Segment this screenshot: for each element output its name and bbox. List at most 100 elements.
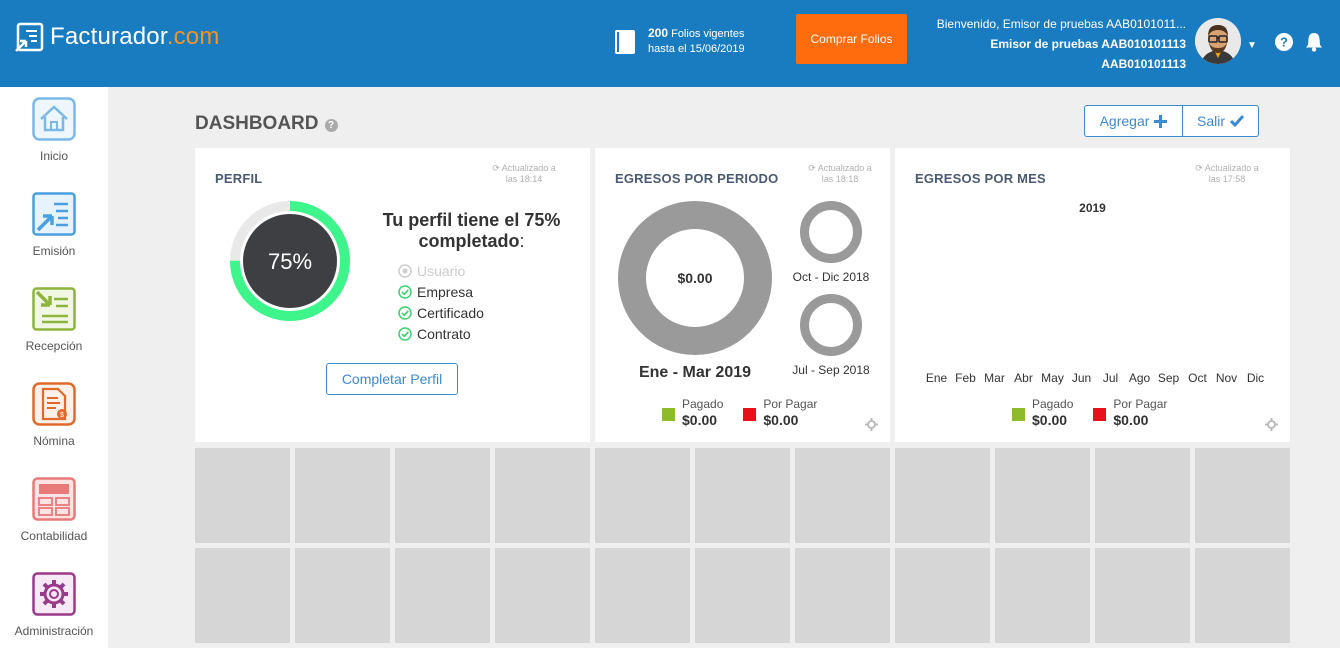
profile-progress-ring: 75% (229, 200, 351, 322)
add-button-label: Agregar (1099, 113, 1150, 129)
legend-value: $0.00 (682, 412, 718, 428)
bell-icon[interactable] (1305, 32, 1323, 52)
progress-percent: 75% (268, 249, 312, 274)
placeholder-tile (195, 448, 290, 543)
sidebar-item-nomina[interactable]: $ Nómina (0, 382, 108, 448)
checklist-label: Empresa (417, 283, 474, 300)
placeholder-tile (995, 448, 1090, 543)
home-icon (32, 97, 76, 141)
legend-value: $0.00 (1113, 412, 1149, 428)
donut-center-value: $0.00 (677, 270, 712, 286)
legend-pending: Por Pagar $0.00 (1093, 397, 1167, 428)
top-bar: Facturador.com 200 Folios vigentes hasta… (0, 0, 1340, 87)
updated-line1: Actualizado a (1204, 163, 1259, 173)
placeholder-tile (795, 548, 890, 643)
avatar-icon (1195, 18, 1241, 64)
legend: Pagado $0.00 Por Pagar $0.00 (1012, 397, 1179, 428)
month-axis: Ene Feb Mar Abr May Jun Jul Ago Sep Oct … (922, 371, 1270, 385)
list-item: Certificado (398, 302, 484, 323)
folios-count: 200 (648, 26, 669, 40)
paid-swatch (662, 408, 675, 421)
month-label: Jul (1102, 371, 1119, 385)
month-label: Ene (925, 371, 948, 385)
invoice-send-icon (32, 192, 76, 236)
welcome-line: Bienvenido, Emisor de pruebas AAB0101011… (936, 17, 1186, 31)
placeholder-tile (695, 548, 790, 643)
check-circle-icon (398, 284, 412, 299)
sidebar-item-emision[interactable]: Emisión (0, 192, 108, 258)
caret-down-icon[interactable]: ▼ (1247, 40, 1257, 51)
radio-pending-icon (398, 263, 412, 278)
updated-line2: las 18:14 (505, 174, 543, 184)
gear-icon (32, 572, 76, 616)
sidebar-item-recepcion[interactable]: Recepción (0, 287, 108, 353)
logo-text-main: Facturador (50, 23, 167, 50)
month-label: May (1041, 371, 1064, 385)
action-buttons: Agregar Salir (1084, 105, 1259, 137)
refresh-icon[interactable]: ⟳ (492, 163, 500, 173)
placeholder-tile (795, 448, 890, 543)
book-icon (615, 29, 635, 54)
legend-label: Pagado (1032, 397, 1074, 411)
checklist-label: Contrato (417, 325, 471, 342)
profile-headline-line2: completado (418, 231, 520, 251)
month-label: Nov (1215, 371, 1238, 385)
settings-gear-icon[interactable] (1265, 418, 1278, 431)
placeholder-tile (895, 448, 990, 543)
placeholder-tile (595, 548, 690, 643)
legend-value: $0.00 (1032, 412, 1068, 428)
sidebar-item-label: Recepción (25, 339, 83, 353)
user-rfc: AAB010101113 (1101, 57, 1186, 71)
list-item: Contrato (398, 323, 484, 344)
facturador-logo[interactable]: Facturador.com (15, 22, 220, 52)
updated-label: ⟳ Actualizado a las 17:58 (1187, 163, 1267, 185)
pending-swatch (743, 408, 757, 421)
list-item: Empresa (398, 281, 484, 302)
month-label: Dic (1246, 371, 1265, 385)
updated-label: ⟳ Actualizado a las 18:14 (484, 163, 564, 185)
profile-headline: Tu perfil tiene el 75% completado: (355, 210, 588, 252)
logo-text-dot: .com (166, 23, 220, 50)
chart-year: 2019 (1079, 201, 1106, 215)
month-label: Feb (955, 371, 976, 385)
settings-gear-icon[interactable] (865, 418, 878, 431)
small-period-label: Jul - Sep 2018 (792, 363, 870, 377)
sidebar: Inicio Emisión Recepción $ Nómina Contab… (0, 87, 108, 648)
sidebar-item-administracion[interactable]: Administración (0, 572, 108, 638)
logo-icon (15, 22, 44, 52)
legend-label: Por Pagar (763, 397, 818, 411)
sidebar-item-label: Inicio (39, 149, 68, 163)
updated-line2: las 17:58 (1208, 174, 1246, 184)
card-title: EGRESOS POR MES (915, 171, 1046, 186)
refresh-icon[interactable]: ⟳ (1195, 163, 1203, 173)
buy-folios-button[interactable]: Comprar Folios (796, 14, 907, 64)
refresh-icon[interactable]: ⟳ (808, 163, 816, 173)
page-title: DASHBOARD ? (195, 113, 338, 135)
help-icon[interactable]: ? (1275, 33, 1293, 51)
legend-label: Pagado (682, 397, 724, 411)
profile-headline-line1: Tu perfil tiene el 75% (382, 210, 561, 230)
folios-status: 200 Folios vigentes hasta el 15/06/2019 (614, 26, 745, 57)
info-icon[interactable]: ? (324, 118, 338, 132)
sidebar-item-contabilidad[interactable]: Contabilidad (0, 477, 108, 543)
folios-label: Folios vigentes (671, 28, 745, 40)
month-label: Jun (1071, 371, 1092, 385)
placeholder-tile (1095, 448, 1190, 543)
svg-text:?: ? (1280, 35, 1288, 50)
payroll-icon: $ (32, 382, 76, 426)
add-button[interactable]: Agregar (1084, 105, 1183, 137)
updated-line1: Actualizado a (501, 163, 556, 173)
exit-button[interactable]: Salir (1183, 105, 1259, 137)
period-donut-main: $0.00 (618, 201, 772, 355)
sidebar-item-inicio[interactable]: Inicio (0, 97, 108, 163)
placeholder-tile (1095, 548, 1190, 643)
egresos-mes-card: EGRESOS POR MES ⟳ Actualizado a las 17:5… (895, 148, 1290, 442)
avatar[interactable] (1195, 18, 1241, 64)
complete-profile-button[interactable]: Completar Perfil (326, 363, 458, 395)
placeholder-tile (395, 448, 490, 543)
placeholder-tile (495, 448, 590, 543)
plus-icon (1154, 114, 1168, 128)
card-title: PERFIL (215, 171, 263, 186)
placeholder-tile (1195, 548, 1290, 643)
user-name: Emisor de pruebas AAB010101113 (990, 37, 1186, 51)
